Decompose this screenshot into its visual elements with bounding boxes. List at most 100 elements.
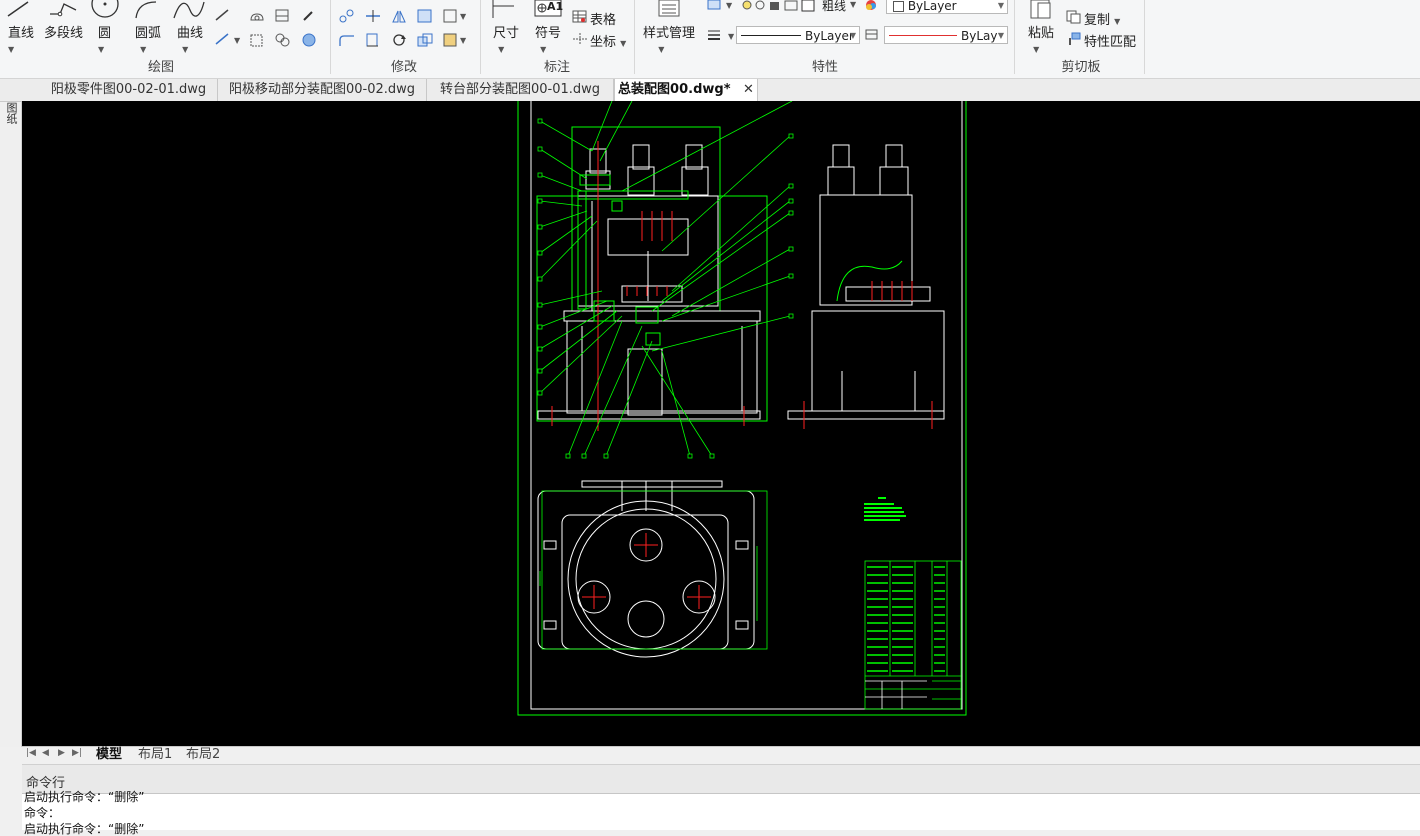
circle-tool-button[interactable]: 圆 ▼ — [98, 22, 111, 56]
color-swatch — [893, 1, 904, 12]
last-layout-icon[interactable]: ▶| — [72, 748, 82, 758]
chevron-down-icon: ▼ — [620, 39, 627, 48]
line-tool-button[interactable]: 直线 ▼ — [8, 22, 34, 56]
document-tab[interactable]: 阳极移动部分装配图00-02.dwg — [218, 79, 427, 101]
document-tab-label: 转台部分装配图00-01.dwg — [439, 82, 601, 97]
spline-icon — [172, 0, 206, 20]
sheet-inner-frame — [530, 90, 963, 710]
layout-tab-2[interactable]: 布局2 — [186, 747, 220, 763]
side-centerlines — [803, 281, 933, 429]
fillet-icon[interactable] — [338, 32, 356, 48]
chevron-down-icon: ▼ — [8, 45, 15, 54]
chevron-down-icon: ▼ — [177, 45, 189, 54]
lineweight-combo[interactable]: ByLayer ▼ — [884, 26, 1008, 44]
chevron-down-icon: ▼ — [997, 1, 1004, 10]
chevron-down-icon[interactable]: ▼ — [850, 0, 856, 9]
document-tab[interactable]: 阳极零件图00-02-01.dwg — [40, 79, 218, 101]
block-icon[interactable] — [274, 8, 292, 24]
copy-label: 复制 — [1084, 13, 1111, 28]
layout-tab-1[interactable]: 布局1 — [138, 747, 172, 763]
explode-icon[interactable]: ▼ — [442, 32, 470, 48]
command-history-line: 命令： — [24, 806, 61, 820]
dimension-icon — [490, 0, 518, 20]
region-icon[interactable] — [248, 32, 266, 48]
symbol-tool-button[interactable]: 符号 ▼ — [535, 22, 561, 56]
lineweight-icon[interactable]: ▼ — [706, 28, 736, 42]
coordinate-tool-button[interactable]: 坐标 ▼ — [590, 31, 626, 50]
color-combo[interactable]: ByLayer ▼ — [886, 0, 1008, 14]
title-block-rows — [867, 566, 945, 672]
offset-icon[interactable]: ▼ — [442, 8, 470, 24]
spline-tool-button[interactable]: 曲线 ▼ — [177, 22, 203, 56]
array-icon[interactable] — [416, 8, 434, 24]
title-block-white — [865, 680, 927, 709]
top-centerlines — [582, 533, 711, 609]
revision-cloud-icon[interactable] — [248, 10, 266, 24]
style-manager-button[interactable]: 样式管理 ▼ — [643, 22, 695, 56]
close-icon[interactable]: ✕ — [743, 82, 754, 97]
chevron-down-icon: ▼ — [493, 45, 505, 54]
command-history[interactable]: 启动执行命令：“删除” 命令： 启动执行命令：“删除” — [22, 791, 1420, 835]
drawing-canvas[interactable] — [22, 90, 1420, 746]
hatch-icon[interactable] — [274, 32, 292, 48]
chevron-down-icon: ▼ — [643, 45, 665, 54]
stretch-icon[interactable] — [364, 32, 382, 48]
lineweight-combo-value: ByLayer — [961, 29, 997, 43]
document-tab[interactable]: 转台部分装配图00-01.dwg — [427, 79, 614, 101]
mirror-icon[interactable] — [390, 8, 408, 24]
trim-icon[interactable] — [364, 8, 382, 24]
ribbon-separator — [634, 0, 635, 74]
next-layout-icon[interactable]: ▶ — [58, 748, 65, 758]
layer-state-icons[interactable] — [740, 0, 822, 13]
command-line-header: 命令行 — [22, 764, 1420, 794]
document-tab-label: 阳极零件图00-02-01.dwg — [50, 82, 207, 97]
prev-layout-icon[interactable]: ◀ — [42, 748, 49, 758]
linetype-combo-value: ByLayer — [805, 29, 854, 43]
copy-button[interactable]: 复制 ▼ — [1084, 9, 1120, 28]
layout-tab-model[interactable]: 模型 — [96, 747, 122, 763]
move-icon[interactable] — [338, 8, 356, 24]
document-tab-active[interactable]: 总装配图00.dwg* ✕ — [614, 79, 758, 101]
arc-icon — [132, 0, 160, 20]
scale-icon[interactable] — [416, 32, 434, 48]
transparency-icon[interactable] — [865, 29, 879, 41]
layout-tab-label: 布局1 — [138, 747, 173, 762]
chevron-down-icon: ▼ — [1114, 17, 1121, 26]
polyline-label: 多段线 — [44, 26, 84, 41]
linetype-preview — [741, 35, 801, 36]
svg-text:▼: ▼ — [234, 36, 241, 45]
rotate-icon[interactable] — [390, 32, 408, 48]
document-tab-label: 总装配图00.dwg* — [618, 82, 731, 97]
draw-group-label: 绘图 — [147, 60, 174, 75]
layout-tab-label: 模型 — [96, 747, 123, 762]
arc-tool-button[interactable]: 圆弧 ▼ — [135, 22, 161, 56]
symbol-icon-text: A1 — [547, 0, 564, 13]
symbol-label: 符号 — [535, 26, 562, 41]
line-label: 直线 — [8, 26, 35, 41]
color-combo-value: ByLayer — [907, 0, 957, 13]
ray-icon[interactable] — [214, 8, 230, 22]
match-properties-button[interactable]: 特性匹配 — [1084, 31, 1136, 50]
paste-button[interactable]: 粘贴 ▼ — [1028, 22, 1054, 56]
lineweight-label[interactable]: 粗线 — [822, 0, 846, 14]
table-label: 表格 — [590, 13, 617, 28]
front-view — [536, 126, 768, 422]
construction-line-icon[interactable]: ▼ — [214, 32, 244, 46]
arc-label: 圆弧 — [135, 26, 162, 41]
first-layout-icon[interactable]: |◀ — [26, 748, 36, 758]
clipboard-group-label: 剪切板 — [1061, 60, 1101, 75]
point-icon[interactable] — [300, 8, 318, 24]
gradient-icon[interactable] — [300, 32, 318, 48]
color-wheel-icon[interactable] — [864, 0, 878, 12]
circle-label: 圆 — [98, 26, 112, 41]
ribbon-separator — [330, 0, 331, 74]
command-history-line: 启动执行命令：“删除” — [24, 822, 145, 836]
polyline-tool-button[interactable]: 多段线 — [44, 22, 83, 41]
layer-properties-icon[interactable]: ▼ — [706, 0, 736, 12]
line-icon — [6, 0, 32, 20]
sheet-panel-sidebar: 图纸 — [0, 79, 22, 747]
linetype-combo[interactable]: ByLayer ▼ — [736, 26, 860, 44]
table-tool-button[interactable]: 表格 — [590, 9, 616, 28]
chevron-down-icon: ▼ — [1028, 45, 1040, 54]
dimension-tool-button[interactable]: 尺寸 ▼ — [493, 22, 519, 56]
